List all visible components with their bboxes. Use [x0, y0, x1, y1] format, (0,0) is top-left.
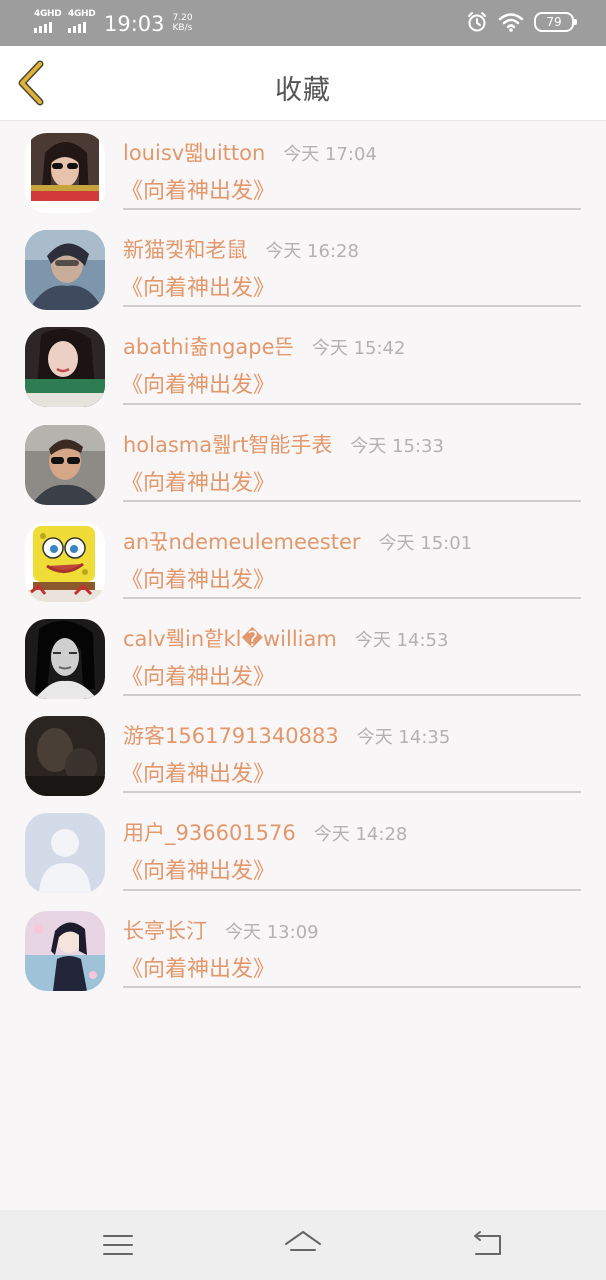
- item-title: 《向着神出发》: [121, 276, 276, 302]
- item-title: 《向着神出发》: [121, 956, 276, 982]
- item-title: 《向着神出发》: [121, 762, 276, 788]
- network-speed: 7.20 KB/s: [173, 13, 193, 33]
- status-right: 79: [466, 11, 577, 33]
- avatar: [25, 521, 105, 602]
- battery-icon: 79: [534, 12, 577, 32]
- list-item[interactable]: an꾻ndemeulemeester 今天 15:01 《向着神出发》: [0, 510, 606, 607]
- timestamp: 今天 13:09: [225, 921, 319, 943]
- list-item[interactable]: calv뤸in핱kl�william 今天 14:53 《向着神出发》: [0, 607, 606, 704]
- avatar: [25, 910, 105, 991]
- item-title: 《向着神出发》: [121, 664, 276, 690]
- list-item[interactable]: louisv뗿uitton 今天 17:04 《向着神出发》: [0, 121, 606, 218]
- timestamp: 今天 14:53: [354, 629, 449, 651]
- favorites-list: louisv뗿uitton 今天 17:04 《向着神出发》 新猫켗和老鼠 今天: [0, 121, 606, 996]
- username: abathi츎ngape뜬: [123, 335, 294, 360]
- network-type: 4GHD: [34, 9, 62, 19]
- wifi-icon: [498, 13, 524, 32]
- timestamp: 今天 15:01: [378, 532, 473, 554]
- screen: 4GHD 4GHD 19:03 7.20 KB/s 79 收藏 louisv뗿u…: [0, 0, 606, 1280]
- avatar: [25, 716, 105, 797]
- list-item[interactable]: 长亭长汀 今天 13:09 《向着神出发》: [0, 899, 606, 996]
- back-icon: [474, 1231, 501, 1255]
- name-line: an꾻ndemeulemeester 今天 15:01: [123, 526, 472, 556]
- name-line: louisv뗿uitton 今天 17:04: [123, 137, 377, 167]
- avatar: [25, 424, 105, 505]
- username: calv뤸in핱kl�william: [123, 626, 337, 651]
- avatar: [25, 618, 105, 699]
- divider: [123, 402, 581, 405]
- username: louisv뗿uitton: [123, 141, 266, 165]
- timestamp: 今天 14:28: [313, 824, 408, 846]
- network-type: 4GHD: [68, 9, 96, 19]
- name-line: calv뤸in핱kl�william 今天 14:53: [123, 623, 448, 653]
- avatar: [25, 133, 105, 213]
- speed-unit: KB/s: [172, 23, 193, 33]
- name-line: 长亭长汀 今天 13:09: [123, 915, 319, 945]
- status-left: 4GHD 4GHD 19:03 7.20 KB/s: [34, 9, 193, 36]
- divider: [123, 596, 581, 599]
- signal-icon: 4GHD: [68, 9, 98, 35]
- speed-value: 7.20: [172, 13, 193, 23]
- timestamp: 今天 17:04: [283, 144, 377, 165]
- username: 用户_936601576: [123, 821, 296, 846]
- clock: 19:03: [104, 12, 165, 36]
- avatar: [25, 230, 105, 311]
- timestamp: 今天 16:28: [265, 241, 359, 263]
- name-line: 游客1561791340883 今天 14:35: [123, 720, 450, 750]
- username: an꾻ndemeulemeester: [123, 529, 361, 554]
- signal-icon: 4GHD: [34, 9, 64, 35]
- divider: [123, 985, 581, 988]
- list-item[interactable]: holasma뤮rt智能手表 今天 15:33 《向着神出发》: [0, 413, 606, 510]
- timestamp: 今天 14:35: [356, 727, 451, 749]
- home-button[interactable]: [283, 1228, 323, 1262]
- back-nav-button[interactable]: [468, 1228, 508, 1262]
- timestamp: 今天 15:33: [350, 435, 444, 457]
- system-nav-bar: [0, 1210, 606, 1280]
- status-bar: 4GHD 4GHD 19:03 7.20 KB/s 79: [0, 0, 606, 46]
- item-title: 《向着神出发》: [121, 470, 276, 496]
- list-item[interactable]: abathi츎ngape뜬 今天 15:42 《向着神出发》: [0, 315, 606, 412]
- timestamp: 今天 15:42: [311, 338, 406, 360]
- divider: [123, 499, 581, 502]
- item-title: 《向着神出发》: [121, 179, 276, 204]
- name-line: abathi츎ngape뜬 今天 15:42: [123, 331, 405, 361]
- avatar: [25, 813, 105, 894]
- list-item[interactable]: 新猫켗和老鼠 今天 16:28 《向着神出发》: [0, 218, 606, 315]
- name-line: holasma뤮rt智能手表 今天 15:33: [123, 429, 444, 459]
- alarm-icon: [468, 12, 486, 32]
- divider: [123, 208, 581, 211]
- divider: [123, 694, 581, 697]
- item-title: 《向着神出发》: [121, 373, 276, 399]
- list-item[interactable]: 游客1561791340883 今天 14:35 《向着神出发》: [0, 704, 606, 801]
- name-line: 新猫켗和老鼠 今天 16:28: [123, 234, 359, 264]
- name-line: 用户_936601576 今天 14:28: [123, 817, 407, 847]
- username: holasma뤮rt智能手表: [123, 432, 333, 457]
- username: 游客1561791340883: [123, 724, 339, 749]
- username: 长亭长汀: [123, 918, 207, 943]
- divider: [123, 888, 581, 891]
- page-title: 收藏: [275, 75, 331, 106]
- menu-icon: [103, 1235, 133, 1255]
- list-item[interactable]: 用户_936601576 今天 14:28 《向着神出发》: [0, 801, 606, 898]
- item-title: 《向着神出发》: [121, 567, 276, 593]
- username: 新猫켗和老鼠: [123, 238, 248, 263]
- menu-button[interactable]: [98, 1228, 138, 1262]
- divider: [123, 791, 581, 794]
- item-title: 《向着神出发》: [121, 859, 276, 885]
- home-icon: [285, 1231, 321, 1251]
- divider: [123, 305, 581, 308]
- avatar: [25, 327, 105, 408]
- header: 收藏: [0, 46, 606, 121]
